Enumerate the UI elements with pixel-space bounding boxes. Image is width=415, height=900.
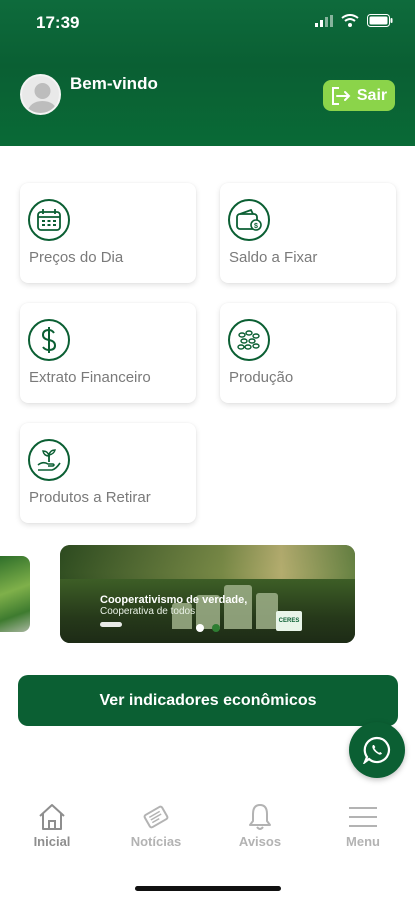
- status-bar: 17:39: [0, 0, 415, 44]
- dollar-icon: [28, 319, 70, 361]
- tab-label: Menu: [346, 834, 380, 849]
- whatsapp-button[interactable]: [349, 722, 405, 778]
- tab-label: Avisos: [238, 834, 282, 849]
- logout-label: Sair: [356, 86, 388, 104]
- card-label: Saldo a Fixar: [229, 249, 318, 266]
- wallet-icon: $: [228, 199, 270, 241]
- tab-menu[interactable]: Menu: [323, 800, 403, 849]
- card-label: Extrato Financeiro: [29, 369, 151, 386]
- app-header: 17:39 Bem-vindo Sair: [0, 0, 415, 146]
- svg-text:$: $: [254, 223, 258, 230]
- hamburger-icon: [349, 807, 377, 827]
- signal-icon: [315, 14, 333, 27]
- status-icons: [315, 14, 393, 27]
- card-saldo-a-fixar[interactable]: $ Saldo a Fixar: [220, 183, 396, 283]
- banner-logo: CERES: [276, 611, 302, 631]
- home-indicator: [135, 886, 281, 891]
- carousel-dot-2[interactable]: [212, 624, 220, 632]
- tab-inicial[interactable]: Inicial: [12, 800, 92, 849]
- card-label: Preços do Dia: [29, 249, 124, 266]
- whatsapp-icon: [363, 736, 391, 764]
- card-producao[interactable]: Produção: [220, 303, 396, 403]
- card-label: Produtos a Retirar: [29, 489, 151, 506]
- bell-icon: [249, 804, 271, 830]
- user-silhouette-icon: [26, 83, 59, 113]
- card-label: Produção: [229, 369, 294, 386]
- plant-hand-icon: [28, 439, 70, 481]
- card-extrato-financeiro[interactable]: Extrato Financeiro: [20, 303, 196, 403]
- battery-icon: [367, 14, 393, 27]
- tab-noticias[interactable]: Notícias: [116, 800, 196, 849]
- card-produtos-a-retirar[interactable]: Produtos a Retirar: [20, 423, 196, 523]
- carousel-banner[interactable]: Cooperativismo de verdade, Cooperativa d…: [60, 545, 355, 643]
- home-icon: [39, 804, 65, 830]
- carousel-dot-1[interactable]: [196, 624, 204, 632]
- bottom-tab-bar: Inicial Notícias Avisos Menu: [0, 795, 415, 865]
- banner-pill: [100, 622, 122, 627]
- logout-icon: [331, 86, 351, 105]
- carousel-previous-slide[interactable]: [0, 556, 30, 632]
- tab-label: Inicial: [33, 834, 71, 849]
- logout-button[interactable]: Sair: [323, 80, 395, 111]
- banner-subtitle: Cooperativa de todos: [100, 606, 196, 617]
- newspaper-icon: [143, 805, 169, 829]
- wifi-icon: [341, 14, 359, 27]
- status-time: 17:39: [36, 13, 80, 32]
- tab-avisos[interactable]: Avisos: [220, 800, 300, 849]
- welcome-text: Bem-vindo: [70, 74, 158, 93]
- grain-icon: [228, 319, 270, 361]
- banner-title: Cooperativismo de verdade,: [100, 594, 248, 606]
- economic-indicators-button[interactable]: Ver indicadores econômicos: [18, 675, 398, 726]
- calendar-icon: [28, 199, 70, 241]
- tab-label: Notícias: [130, 834, 182, 849]
- card-precos-do-dia[interactable]: Preços do Dia: [20, 183, 196, 283]
- avatar[interactable]: [20, 74, 61, 115]
